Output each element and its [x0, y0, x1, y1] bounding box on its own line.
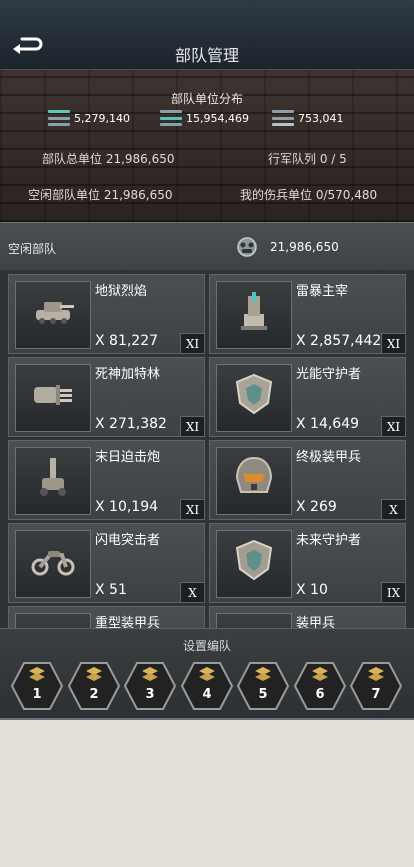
formation-slot-4[interactable]: 4 [180, 661, 234, 711]
motorcycle-icon [31, 551, 75, 576]
unit-portrait [15, 364, 91, 432]
unit-portrait [216, 613, 292, 628]
unit-portrait [15, 447, 91, 515]
unit-name: 终极装甲兵 [296, 450, 362, 465]
distribution-title: 部队单位分布 [170, 92, 243, 106]
unit-portrait [216, 530, 292, 598]
tank-icon [36, 302, 74, 324]
unit-portrait [216, 281, 292, 349]
idle-troops-header: 空闲部队 21,986,650 [0, 222, 414, 270]
tank-icon [272, 110, 294, 126]
formation-slot-6[interactable]: 6 [293, 661, 347, 711]
unit-name: 重型装甲兵 [95, 616, 161, 628]
unit-name: 死神加特林 [95, 367, 161, 382]
vehicle-stat: 15,954,469 [160, 110, 249, 126]
top-bar: 部队管理 [0, 0, 414, 70]
unit-name: 雷暴主宰 [296, 284, 349, 299]
shield-icon [235, 539, 273, 581]
unit-portrait [15, 613, 91, 628]
formation-panel: 设置编队 1 2 3 4 5 6 7 [0, 628, 414, 720]
troops-icon [237, 237, 257, 257]
unit-card[interactable]: XI 雷暴主宰 X 2,857,442 [209, 274, 406, 354]
vehicle-icon [160, 110, 182, 126]
rank-badge: X [180, 582, 204, 602]
formation-badge-icon [236, 662, 290, 710]
unit-card[interactable]: XI 地狱烈焰 X 81,227 [8, 274, 205, 354]
formation-badge-icon [10, 662, 64, 710]
tower-icon [241, 292, 267, 330]
troop-summary-panel: 部队单位分布 5,279,140 15,954,469 753,041 部队总单… [0, 70, 414, 222]
infantry-stat: 5,279,140 [48, 110, 130, 126]
march-queue: 行军队列 0 / 5 [268, 152, 347, 166]
formation-badge-icon [349, 662, 403, 710]
unit-portrait [15, 530, 91, 598]
gatling-icon [34, 385, 72, 405]
unit-count: X 14,649 [296, 416, 360, 432]
unit-card[interactable]: X 闪电突击者 X 51 [8, 523, 205, 603]
formation-title: 设置编队 [182, 639, 231, 653]
unit-name: 未来守护者 [296, 533, 362, 548]
unit-portrait [216, 447, 292, 515]
rank-badge: XI [180, 416, 204, 436]
formation-slot-5[interactable]: 5 [236, 661, 290, 711]
formation-badge-icon [123, 662, 177, 710]
unit-card[interactable]: XI 末日迫击炮 X 10,194 [8, 440, 205, 520]
unit-card[interactable]: 装甲兵 [209, 606, 406, 628]
formation-slot-7[interactable]: 7 [349, 661, 403, 711]
unit-card[interactable]: 重型装甲兵 [8, 606, 205, 628]
unit-count: X 2,857,442 [296, 333, 382, 349]
idle-units: 空闲部队单位 21,986,650 [28, 188, 173, 202]
formation-badge-icon [67, 662, 121, 710]
formation-slot-3[interactable]: 3 [123, 661, 177, 711]
unit-name: 光能守护者 [296, 367, 362, 382]
rank-badge: XI [180, 333, 204, 353]
unit-count: X 10 [296, 582, 328, 598]
formation-slot-1[interactable]: 1 [10, 661, 64, 711]
armor-helmet-icon [235, 456, 273, 493]
unit-name: 末日迫击炮 [95, 450, 161, 465]
idle-troops-label: 空闲部队 [8, 242, 57, 256]
unit-portrait [216, 364, 292, 432]
rank-badge: XI [381, 333, 405, 353]
formation-slot-2[interactable]: 2 [67, 661, 121, 711]
unit-count: X 10,194 [95, 499, 159, 515]
page-title: 部队管理 [174, 46, 239, 65]
unit-card[interactable]: XI 死神加特林 X 271,382 [8, 357, 205, 437]
infantry-icon [48, 110, 70, 126]
unit-count: X 81,227 [95, 333, 159, 349]
unit-list[interactable]: XI 地狱烈焰 X 81,227 XI 雷暴主宰 X 2,857,442 XI … [0, 270, 414, 628]
unit-name: 装甲兵 [296, 616, 336, 628]
idle-troops-count: 21,986,650 [270, 240, 339, 254]
unit-name: 地狱烈焰 [95, 284, 148, 299]
rank-badge: XI [381, 416, 405, 436]
unit-count: X 269 [296, 499, 337, 515]
rank-badge: XI [180, 499, 204, 519]
unit-portrait [15, 281, 91, 349]
unit-count: X 271,382 [95, 416, 167, 432]
mortar-icon [40, 458, 66, 496]
unit-count: X 51 [95, 582, 127, 598]
total-units: 部队总单位 21,986,650 [42, 152, 175, 166]
tank-stat: 753,041 [272, 110, 344, 126]
rank-badge: X [381, 499, 405, 519]
wounded-units: 我的伤兵单位 0/570,480 [240, 188, 378, 202]
unit-card[interactable]: XI 光能守护者 X 14,649 [209, 357, 406, 437]
shield-icon [235, 373, 273, 415]
unit-card[interactable]: X 终极装甲兵 X 269 [209, 440, 406, 520]
formation-badge-icon [180, 662, 234, 710]
unit-card[interactable]: IX 未来守护者 X 10 [209, 523, 406, 603]
unit-name: 闪电突击者 [95, 533, 161, 548]
formation-badge-icon [293, 662, 347, 710]
rank-badge: IX [381, 582, 405, 602]
